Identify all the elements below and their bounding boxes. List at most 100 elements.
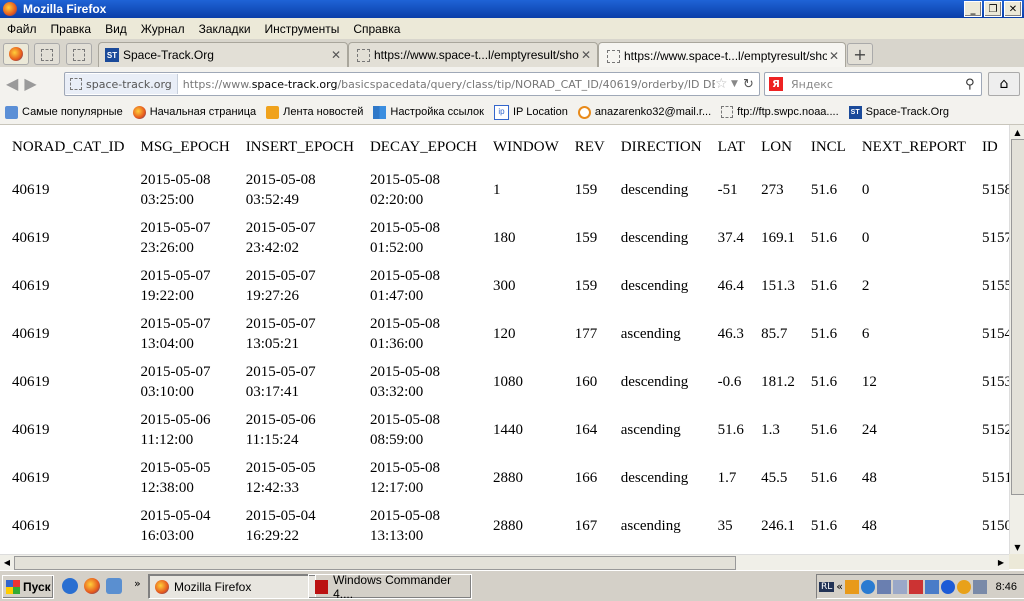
vertical-scrollbar[interactable]: ▲ ▼ bbox=[1009, 125, 1024, 554]
cell-value: 23:26:00 bbox=[140, 240, 194, 256]
table-cell: 2015-05-04 16:29:22 bbox=[238, 502, 362, 550]
clock[interactable]: 8:46 bbox=[996, 581, 1017, 593]
menu-edit[interactable]: Правка bbox=[44, 22, 99, 36]
forward-arrow-icon[interactable]: ▶ bbox=[24, 74, 36, 93]
horizontal-scroll-thumb[interactable] bbox=[14, 556, 736, 570]
horizontal-scrollbar[interactable]: ◀ ▶ bbox=[0, 554, 1009, 570]
search-bar[interactable]: Я Яндекс ⚲ bbox=[764, 72, 982, 96]
bluetooth-icon[interactable] bbox=[941, 579, 956, 594]
table-cell: 151.3 bbox=[753, 262, 803, 310]
tab-emptyresult-2[interactable]: https://www.space-t...l/emptyresult/show… bbox=[598, 42, 846, 69]
url-text[interactable]: https://www.space-track.org/basicspaceda… bbox=[178, 78, 715, 91]
menu-help[interactable]: Справка bbox=[346, 22, 407, 36]
minimize-button[interactable]: _ bbox=[964, 1, 982, 17]
menu-history[interactable]: Журнал bbox=[134, 22, 192, 36]
task-firefox[interactable]: Mozilla Firefox bbox=[148, 574, 316, 599]
pinned-tab[interactable] bbox=[34, 43, 60, 65]
close-button[interactable]: ✕ bbox=[1004, 1, 1022, 17]
tray-app-icon[interactable] bbox=[861, 579, 876, 594]
network-icon[interactable] bbox=[893, 579, 908, 594]
table-cell: 246.1 bbox=[753, 502, 803, 550]
cell-value: 01:36:00 bbox=[369, 336, 424, 352]
cell-value: 120 bbox=[492, 326, 516, 342]
close-icon[interactable]: ✕ bbox=[329, 48, 343, 62]
cell-value: 03:32:00 bbox=[369, 384, 424, 400]
bookmark-label: Настройка ссылок bbox=[390, 106, 484, 118]
task-windows-commander[interactable]: Windows Commander 4.... bbox=[308, 573, 472, 601]
yandex-icon[interactable]: Я bbox=[769, 77, 783, 91]
explorer-icon[interactable] bbox=[106, 578, 122, 594]
table-cell: 51.6 bbox=[803, 166, 854, 214]
bookmark-space-track[interactable]: ST Space-Track.Org bbox=[844, 105, 954, 119]
menu-bookmarks[interactable]: Закладки bbox=[192, 22, 258, 36]
system-tray: RL « 8:46 bbox=[816, 574, 1024, 599]
tray-app-icon[interactable] bbox=[957, 579, 972, 594]
cell-value: 03:10:00 bbox=[140, 384, 194, 400]
bookmark-news-feed[interactable]: Лента новостей bbox=[261, 105, 368, 119]
new-tab-button[interactable]: + bbox=[847, 43, 873, 65]
table-cell: 5150 bbox=[974, 502, 1009, 550]
start-button[interactable]: Пуск bbox=[2, 575, 54, 599]
reload-icon[interactable]: ↻ bbox=[743, 77, 759, 92]
table-cell: 273 bbox=[753, 166, 803, 214]
bookmark-star-icon[interactable]: ☆ bbox=[715, 76, 731, 92]
language-indicator[interactable]: RL bbox=[819, 581, 835, 592]
bookmark-most-visited[interactable]: Самые популярные bbox=[0, 105, 128, 119]
cell-value: 2015-05-08 bbox=[369, 316, 440, 332]
scroll-up-arrow-icon[interactable]: ▲ bbox=[1010, 125, 1024, 139]
pinned-tab[interactable] bbox=[66, 43, 92, 65]
cell-value: 1.3 bbox=[761, 422, 780, 438]
table-cell: 2 bbox=[854, 262, 974, 310]
bookmark-mail[interactable]: anazarenko32@mail.r... bbox=[573, 105, 716, 119]
chevron-down-icon[interactable]: ▼ bbox=[731, 79, 743, 89]
firefox-menu-button[interactable] bbox=[3, 43, 29, 65]
bookmark-ip-location[interactable]: ip IP Location bbox=[489, 104, 573, 120]
back-arrow-icon[interactable]: ◀ bbox=[6, 74, 18, 93]
table-cell: 2880 bbox=[485, 502, 567, 550]
table-cell: 40619 bbox=[4, 262, 133, 310]
cell-value: 13:04:00 bbox=[140, 336, 194, 352]
tab-emptyresult-1[interactable]: https://www.space-t...l/emptyresult/show… bbox=[348, 42, 598, 67]
url-bar[interactable]: space-track.org https://www.space-track.… bbox=[64, 72, 760, 96]
scroll-down-arrow-icon[interactable]: ▼ bbox=[1010, 540, 1024, 554]
search-icon[interactable]: ⚲ bbox=[965, 77, 981, 92]
bookmark-link-settings[interactable]: Настройка ссылок bbox=[368, 105, 489, 119]
column-header: ID bbox=[981, 139, 998, 155]
site-identity-button[interactable]: space-track.org bbox=[65, 74, 178, 94]
bookmark-ftp-noaa[interactable]: ftp://ftp.swpc.noaa.... bbox=[716, 106, 844, 118]
vertical-scroll-thumb[interactable] bbox=[1011, 139, 1024, 495]
firefox-icon[interactable] bbox=[84, 578, 100, 594]
tray-app-icon[interactable] bbox=[909, 579, 924, 594]
column-header: NEXT_REPORT bbox=[861, 139, 966, 155]
scroll-right-arrow-icon[interactable]: ▶ bbox=[994, 555, 1008, 570]
table-row: 40619 2015-05-07 23:26:00 2015-05-07 23:42:0… bbox=[4, 214, 1009, 262]
scroll-left-arrow-icon[interactable]: ◀ bbox=[0, 555, 14, 570]
menu-view[interactable]: Вид bbox=[98, 22, 134, 36]
home-button[interactable]: ⌂ bbox=[988, 72, 1020, 96]
menu-tools[interactable]: Инструменты bbox=[258, 22, 347, 36]
menu-file[interactable]: Файл bbox=[0, 22, 44, 36]
cell-value: 2015-05-07 bbox=[140, 316, 211, 332]
tab-space-track[interactable]: ST Space-Track.Org ✕ bbox=[98, 42, 348, 67]
close-icon[interactable]: ✕ bbox=[579, 48, 593, 62]
table-cell: 1 bbox=[485, 166, 567, 214]
close-icon[interactable]: ✕ bbox=[827, 49, 841, 63]
cell-value: 16:29:22 bbox=[245, 528, 300, 544]
network-icon[interactable] bbox=[877, 579, 892, 594]
tray-app-icon[interactable] bbox=[845, 579, 860, 594]
restore-button[interactable]: ❐ bbox=[984, 1, 1002, 17]
speaker-icon[interactable] bbox=[973, 579, 988, 594]
firefox-icon bbox=[155, 579, 169, 594]
menu-bar: Файл Правка Вид Журнал Закладки Инструме… bbox=[0, 18, 1024, 39]
table-cell: 2015-05-08 03:32:00 bbox=[362, 358, 485, 406]
cell-value: 246.1 bbox=[761, 518, 795, 534]
table-cell: 159 bbox=[567, 214, 613, 262]
chevron-right-icon[interactable]: » bbox=[134, 577, 141, 590]
blank-page-icon bbox=[73, 49, 85, 61]
tray-app-icon[interactable] bbox=[925, 579, 940, 594]
chevron-left-icon[interactable]: « bbox=[836, 580, 843, 593]
ie-icon[interactable] bbox=[62, 578, 78, 594]
tab-bar: ST Space-Track.Org ✕ https://www.space-t… bbox=[0, 39, 1024, 69]
bookmark-start-page[interactable]: Начальная страница bbox=[128, 105, 261, 119]
search-input[interactable]: Яндекс bbox=[783, 78, 965, 91]
